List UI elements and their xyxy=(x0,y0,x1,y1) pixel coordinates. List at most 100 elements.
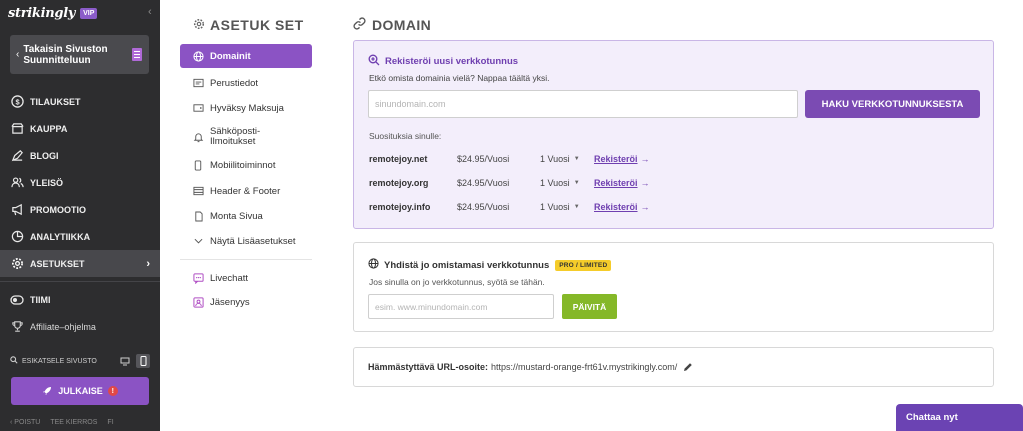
sidebar-item-tiimi[interactable]: TIIMI xyxy=(0,286,160,313)
sidebar-item-label: ASETUKSET xyxy=(30,258,85,269)
suggestion-price: $24.95/Vuosi xyxy=(457,202,510,212)
settings-item-header-footer[interactable]: Header & Footer xyxy=(180,185,280,197)
pages-icon xyxy=(192,210,204,222)
settings-item-lisaasetukset[interactable]: Näytä Lisäasetukset xyxy=(180,235,296,247)
duration-select[interactable]: 1 Vuosi ▼ xyxy=(540,154,594,164)
settings-item-label: Mobiilitoiminnot xyxy=(210,159,276,171)
toggle-icon xyxy=(10,293,24,307)
member-icon xyxy=(192,296,204,308)
connect-subtext: Jos sinulla on jo verkkotunnus, syötä se… xyxy=(369,277,545,287)
settings-item-domainit[interactable]: Domainit xyxy=(180,44,312,68)
back-to-editor-label: Takaisin Sivuston Suunnitteluun xyxy=(23,43,108,66)
rocket-icon xyxy=(42,386,52,396)
divider xyxy=(0,281,160,282)
suggestion-row: remotejoy.info $24.95/Vuosi 1 Vuosi ▼ Rek… xyxy=(369,200,969,214)
settings-item-livechatt[interactable]: Livechatt xyxy=(180,272,248,284)
register-link[interactable]: Rekisteröi xyxy=(594,202,638,212)
settings-item-label: Näytä Lisäasetukset xyxy=(210,235,296,247)
sidebar-item-kauppa[interactable]: KAUPPA xyxy=(0,115,160,142)
settings-item-ilmoitukset[interactable]: Sähköposti-Ilmoitukset xyxy=(180,127,300,147)
live-chat-button[interactable]: Chattaa nyt xyxy=(896,404,1023,431)
page-icon xyxy=(132,48,142,61)
settings-item-mobiili[interactable]: Mobiilitoiminnot xyxy=(180,159,275,171)
arrow-right-icon: → xyxy=(640,202,650,212)
mobile-preview-icon[interactable] xyxy=(136,354,150,368)
settings-item-jasenyys[interactable]: Jäsenyys xyxy=(180,296,250,308)
sidebar-item-blogi[interactable]: BLOGI xyxy=(0,142,160,169)
publish-label: JULKAISE xyxy=(58,386,103,396)
connect-heading: Yhdistä jo omistamasi verkkotunnus PRO /… xyxy=(368,258,612,272)
wallet-icon xyxy=(192,102,204,114)
language-link[interactable]: FI xyxy=(107,419,113,426)
warning-badge: ! xyxy=(107,386,118,396)
register-subtext: Etkö omista domainia vielä? Nappaa täält… xyxy=(369,73,550,83)
sidebar-item-label: YLEISÖ xyxy=(30,177,64,188)
settings-title-label: ASETUK SET xyxy=(210,17,304,33)
duration-value: 1 Vuosi xyxy=(540,178,570,188)
tour-link[interactable]: TEE KIERROS xyxy=(50,419,97,426)
link-icon xyxy=(353,17,366,33)
duration-select[interactable]: 1 Vuosi ▼ xyxy=(540,202,594,212)
chevron-down-icon xyxy=(192,235,204,247)
caret-down-icon: ▼ xyxy=(573,156,580,162)
exit-link[interactable]: ‹ POISTU xyxy=(10,419,40,426)
suggestion-price: $24.95/Vuosi xyxy=(457,154,510,164)
settings-item-perustiedot[interactable]: Perustiedot xyxy=(180,77,258,89)
sidebar-item-label: ANALYTIIKKA xyxy=(30,231,91,242)
register-link[interactable]: Rekisteröi xyxy=(594,154,638,164)
existing-domain-input[interactable] xyxy=(368,294,554,319)
store-icon xyxy=(10,122,24,136)
search-plus-icon xyxy=(368,54,380,69)
update-domain-button[interactable]: PÄIVITÄ xyxy=(562,294,617,319)
page-title-label: DOMAIN xyxy=(372,17,432,33)
bell-icon xyxy=(192,131,204,143)
vip-badge: VIP xyxy=(80,7,98,19)
arrow-right-icon: → xyxy=(640,154,650,164)
page-title: DOMAIN xyxy=(353,17,431,33)
duration-value: 1 Vuosi xyxy=(540,202,570,212)
duration-select[interactable]: 1 Vuosi ▼ xyxy=(540,178,594,188)
sidebar-item-tilaukset[interactable]: $ TILAUKSET xyxy=(0,88,160,115)
mobile-icon xyxy=(192,159,204,171)
sidebar-item-yleiso[interactable]: YLEISÖ xyxy=(0,169,160,196)
strikingly-logo[interactable]: strikingly xyxy=(8,6,75,21)
sidebar-item-promootio[interactable]: PROMOOTIO xyxy=(0,196,160,223)
gear-icon xyxy=(193,17,205,33)
suggestion-domain: remotejoy.info xyxy=(369,202,431,212)
pencil-icon[interactable] xyxy=(683,362,693,372)
globe-icon xyxy=(192,50,204,62)
globe-icon xyxy=(368,258,379,272)
trophy-icon xyxy=(10,320,24,334)
settings-item-label: Hyväksy Maksuja xyxy=(210,102,284,114)
pen-icon xyxy=(10,149,24,163)
sidebar-item-label: PROMOOTIO xyxy=(30,204,86,215)
megaphone-icon xyxy=(10,203,24,217)
settings-title: ASETUK SET xyxy=(193,17,304,33)
dollar-icon: $ xyxy=(10,95,24,109)
chevron-right-icon: › xyxy=(146,257,150,270)
divider xyxy=(180,259,312,260)
sidebar-item-affiliate[interactable]: Affiliate–ohjelma xyxy=(0,313,160,340)
chat-icon xyxy=(192,272,204,284)
collapse-sidebar-icon[interactable]: ‹ xyxy=(148,6,152,18)
domain-search-button[interactable]: HAKU VERKKOTUNNUKSESTA xyxy=(805,90,980,118)
publish-button[interactable]: JULKAISE ! xyxy=(11,377,149,405)
sidebar-item-label: TIIMI xyxy=(30,294,51,305)
settings-item-monta-sivua[interactable]: Monta Sivua xyxy=(180,210,263,222)
duration-value: 1 Vuosi xyxy=(540,154,570,164)
pro-limited-badge: PRO / LIMITED xyxy=(555,259,612,271)
settings-item-label: Header & Footer xyxy=(210,185,281,197)
sidebar-item-asetukset[interactable]: ASETUKSET › xyxy=(0,250,160,277)
search-icon xyxy=(10,356,18,366)
id-card-icon xyxy=(192,77,204,89)
register-link[interactable]: Rekisteröi xyxy=(594,178,638,188)
settings-item-maksut[interactable]: Hyväksy Maksuja xyxy=(180,102,284,114)
domain-search-input[interactable] xyxy=(368,90,798,118)
sidebar-item-analytiikka[interactable]: ANALYTIIKKA xyxy=(0,223,160,250)
preview-site-label[interactable]: ESIKATSELE SIVUSTO xyxy=(22,358,97,365)
settings-item-label: Domainit xyxy=(210,50,251,62)
sidebar-footer: ‹ POISTU TEE KIERROS FI xyxy=(10,419,114,426)
desktop-preview-icon[interactable] xyxy=(118,354,132,368)
pie-chart-icon xyxy=(10,230,24,244)
back-to-editor-button[interactable]: ‹ Takaisin Sivuston Suunnitteluun xyxy=(10,35,149,74)
